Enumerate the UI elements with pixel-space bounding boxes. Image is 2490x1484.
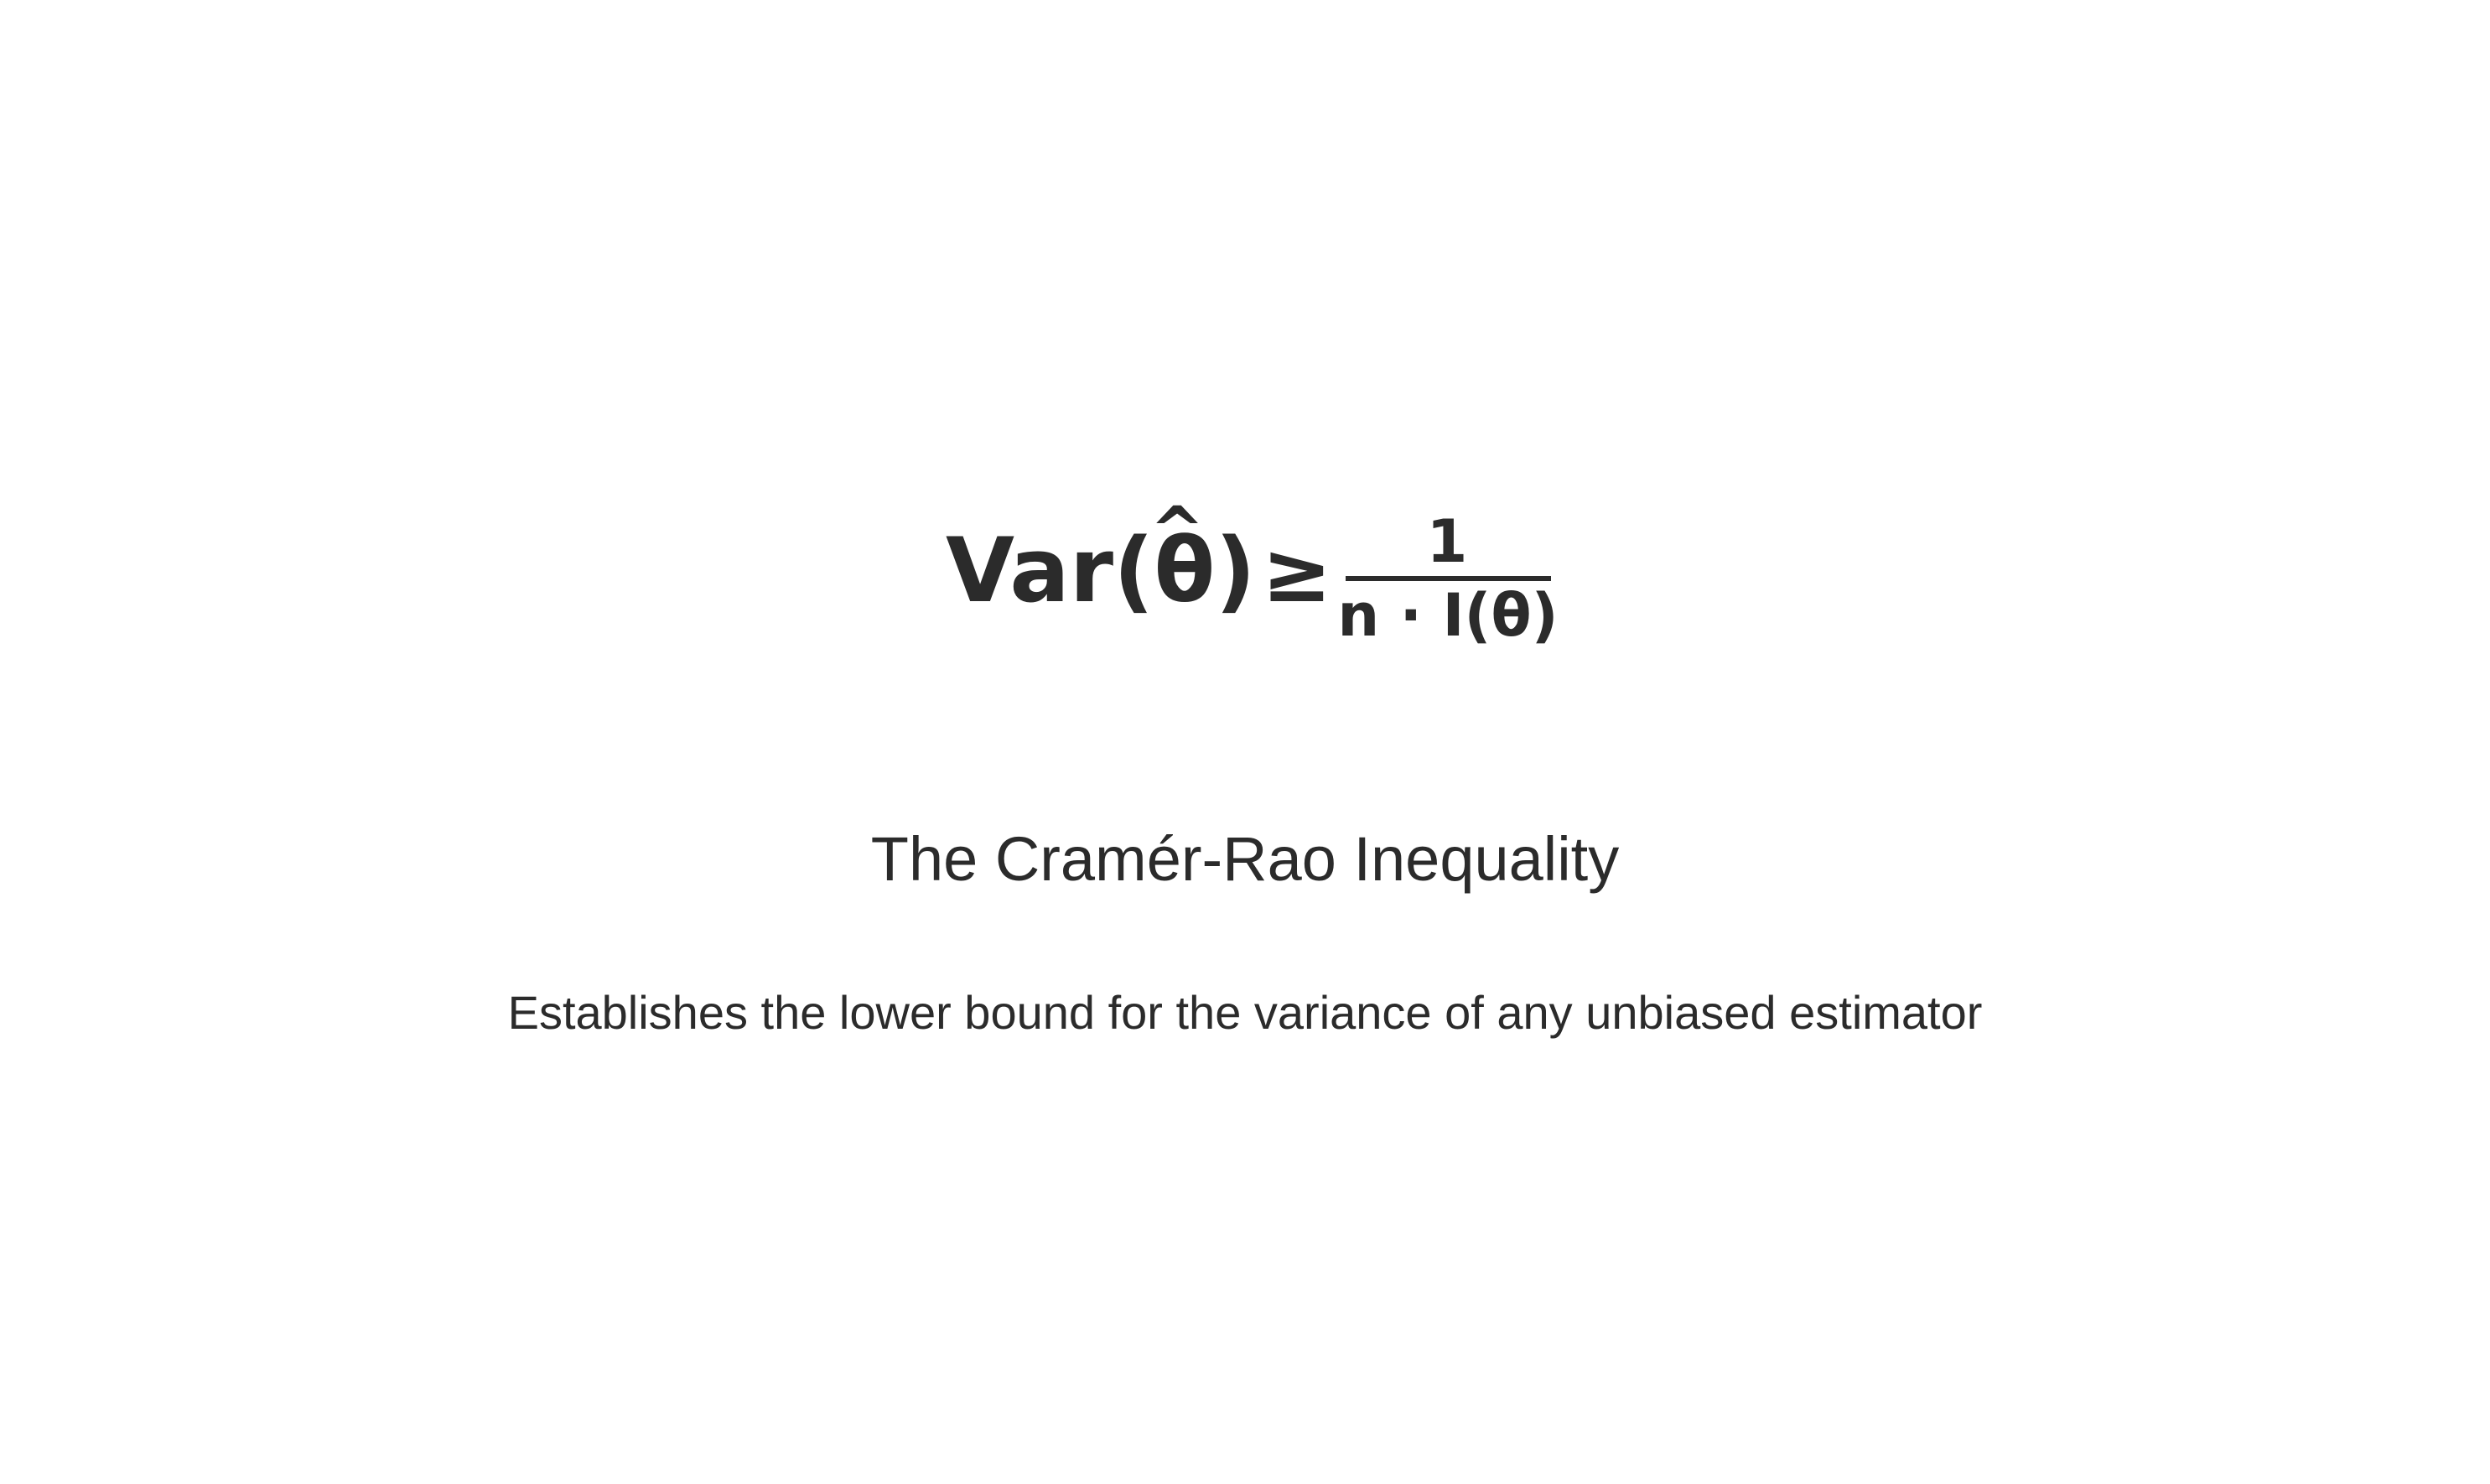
formula-denominator: n · I(θ) <box>1337 581 1558 650</box>
formula-hat: ^ <box>1149 494 1204 569</box>
page-title: The Cramér-Rao Inequality <box>870 824 1620 894</box>
formula-lhs: Var(θ) <box>946 519 1256 622</box>
formula-relation: ≥ <box>1262 523 1332 621</box>
formula: Var(θ) ^ ≥ 1 n · I(θ) <box>946 494 1559 650</box>
formula-numerator: 1 <box>1427 507 1468 576</box>
page-subtitle: Establishes the lower bound for the vari… <box>507 986 1983 1039</box>
